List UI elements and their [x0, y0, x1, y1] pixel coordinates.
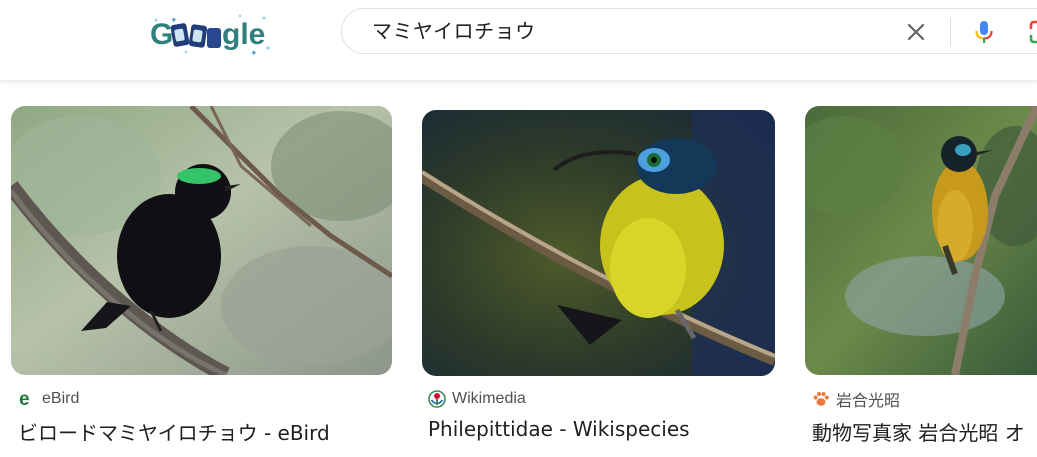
header-bar: G gle ✦ ✦ マミヤイロチョウ	[0, 0, 1037, 81]
svg-text:e: e	[19, 390, 30, 408]
result-thumbnail-image[interactable]	[11, 106, 392, 375]
result-source[interactable]: Wikimedia	[428, 389, 526, 409]
svg-text:gle: gle	[222, 18, 265, 51]
result-title-link[interactable]: Philepittidae - Wikispecies	[428, 417, 690, 441]
result-title-link[interactable]: 動物写真家 岩合光昭 オ	[812, 417, 1025, 446]
result-source-label: Wikimedia	[452, 390, 526, 407]
google-lens-icon[interactable]	[1028, 19, 1037, 45]
result-source-label: 岩合光昭	[836, 393, 901, 410]
svg-text:✦: ✦	[250, 49, 258, 56]
google-doodle-logo[interactable]: G gle ✦ ✦	[150, 12, 272, 56]
search-box[interactable]: マミヤイロチョウ	[341, 8, 1037, 54]
result-thumbnail-image[interactable]	[805, 106, 1037, 375]
paw-print-icon	[813, 392, 829, 406]
result-title-link[interactable]: ビロードマミヤイロチョウ - eBird	[18, 417, 330, 446]
close-icon[interactable]	[904, 20, 928, 44]
search-divider	[950, 18, 951, 46]
wikimedia-logo-icon	[428, 390, 446, 408]
ebird-logo-icon: e	[19, 390, 30, 408]
microphone-icon[interactable]	[972, 19, 996, 45]
result-source-label: eBird	[42, 390, 80, 407]
svg-text:✦: ✦	[170, 16, 178, 26]
result-source[interactable]: 岩合光昭	[812, 389, 901, 410]
search-input[interactable]: マミヤイロチョウ	[372, 9, 536, 53]
result-source[interactable]: e eBird	[18, 389, 79, 409]
result-thumbnail-image[interactable]	[422, 110, 775, 376]
